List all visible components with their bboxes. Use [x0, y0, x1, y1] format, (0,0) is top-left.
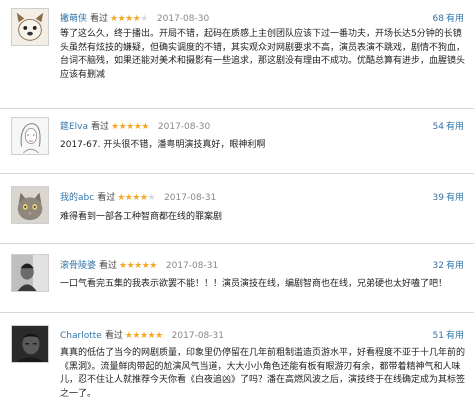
review-meta: 筵Elva 看过 ★★★★★ 2017-08-30: [60, 120, 210, 134]
useful-button[interactable]: 有用: [446, 261, 464, 271]
username-link[interactable]: Charlotte: [60, 331, 102, 341]
review-date: 2017-08-31: [165, 261, 219, 271]
review-meta: 撇萌侠 看过 ★★★★★ 2017-08-30: [60, 12, 209, 26]
review-text: 2017-67. 开头很不错，潘粤明演技真好，眼神利啊: [60, 140, 266, 150]
watched-label: 看过: [91, 122, 110, 132]
review-text: 一口气看完五集的我表示欲罢不能！！！演员演技在线，编剧智商也在线，兄弟硬也太好嗑…: [60, 279, 448, 289]
rating-stars: ★★★★★: [110, 14, 148, 24]
useful-count: 39: [432, 193, 444, 203]
portrait-avatar-icon: [12, 255, 48, 291]
avatar[interactable]: [11, 117, 49, 155]
dog-avatar-icon: [12, 9, 48, 45]
review-date: 2017-08-31: [164, 193, 217, 203]
rating-stars: ★★★★★: [124, 331, 163, 341]
review-date: 2017-08-31: [171, 331, 224, 341]
useful-count: 54: [432, 122, 444, 132]
avatar[interactable]: [11, 254, 49, 292]
review-item: 筵Elva 看过 ★★★★★ 2017-08-30 54 有用 2017-67. 开头很…: [0, 109, 474, 173]
rating-stars: ★★★★★: [117, 193, 156, 203]
sketch-avatar-icon: [12, 118, 48, 154]
useful-button[interactable]: 有用: [446, 331, 464, 341]
review-item: 撇萌侠 看过 ★★★★★ 2017-08-30 68 有用 等了这么久，终于播出。开局不…: [0, 0, 474, 108]
useful-button[interactable]: 有用: [446, 14, 464, 24]
rating-stars: ★★★★★: [111, 122, 149, 132]
useful-count: 68: [432, 14, 444, 24]
review-text: 难得看到一部各工种智商都在线的罪案剧: [60, 212, 223, 222]
useful-count: 51: [432, 331, 444, 341]
useful-vote[interactable]: 68 有用: [433, 12, 464, 26]
watched-label: 看过: [104, 331, 123, 341]
username-link[interactable]: 滚骨陵婆: [60, 261, 96, 271]
review-meta: Charlotte 看过 ★★★★★ 2017-08-31: [60, 329, 224, 343]
avatar[interactable]: [11, 186, 49, 224]
useful-button[interactable]: 有用: [446, 193, 464, 203]
watched-label: 看过: [90, 14, 109, 24]
useful-vote[interactable]: 51 有用: [433, 329, 464, 343]
avatar[interactable]: [11, 8, 49, 46]
cat-avatar-icon: [12, 187, 48, 223]
useful-vote[interactable]: 32 有用: [433, 259, 464, 273]
review-item: 滚骨陵婆 看过 ★★★★★ 2017-08-31 32 有用 一口气看完五集的我表示欲罢…: [0, 244, 474, 312]
useful-vote[interactable]: 39 有用: [433, 191, 464, 205]
username-link[interactable]: 筵Elva: [60, 122, 88, 132]
review-text: 等了这么久，终于播出。开局不错，起码在质感上主创团队应该下过一番功夫，开场长达5…: [60, 29, 466, 80]
dark-portrait-avatar-icon: [12, 326, 48, 362]
review-item: 我的abc 看过 ★★★★★ 2017-08-31 39 有用 难得看到一部各工种智商都…: [0, 174, 474, 243]
review-meta: 我的abc 看过 ★★★★★ 2017-08-31: [60, 191, 216, 205]
review-meta: 滚骨陵婆 看过 ★★★★★ 2017-08-31: [60, 259, 218, 273]
watched-label: 看过: [99, 261, 118, 271]
useful-button[interactable]: 有用: [446, 122, 464, 132]
useful-count: 32: [432, 261, 444, 271]
useful-vote[interactable]: 54 有用: [433, 120, 464, 134]
review-date: 2017-08-30: [156, 14, 210, 24]
watched-label: 看过: [97, 193, 116, 203]
username-link[interactable]: 撇萌侠: [60, 14, 87, 24]
username-link[interactable]: 我的abc: [60, 193, 94, 203]
rating-stars: ★★★★★: [119, 261, 157, 271]
review-date: 2017-08-30: [157, 122, 211, 132]
review-text: 真真的低估了当今的网剧质量，印象里仍停留在几年前粗制滥造页游水平，好看程度不亚于…: [60, 348, 466, 399]
avatar[interactable]: [11, 325, 49, 363]
review-item: Charlotte 看过 ★★★★★ 2017-08-31 51 有用 真真的低估了当今…: [0, 313, 474, 409]
